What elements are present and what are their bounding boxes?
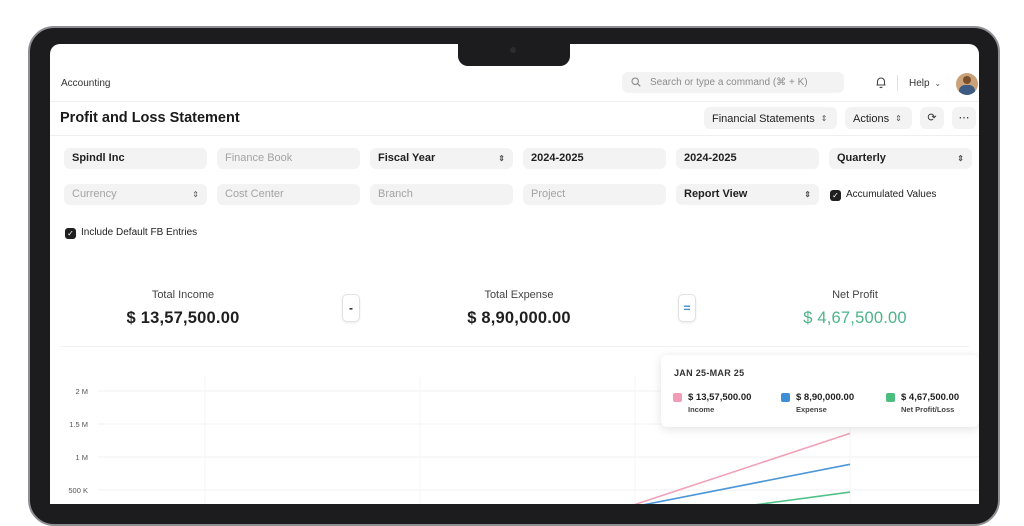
report-view-value: Report View [684, 188, 748, 200]
total-income-value: $ 13,57,500.00 [126, 309, 240, 327]
tooltip-expense-value: $ 8,90,000.00 [796, 392, 855, 403]
accumulated-values-checkbox[interactable]: ✓ Accumulated Values [830, 189, 936, 201]
camera-icon [510, 47, 516, 53]
finance-book-field[interactable]: Finance Book [217, 148, 360, 169]
app-title[interactable]: Accounting [61, 78, 110, 89]
search-icon [631, 77, 641, 87]
company-field[interactable]: Spindl Inc [64, 148, 207, 169]
include-default-fb-label: Include Default FB Entries [81, 227, 198, 238]
tooltip-expense-name: Expense [796, 405, 827, 414]
notification-bell-icon[interactable] [874, 75, 888, 89]
chart-tooltip: JAN 25-MAR 25 $ 13,57,500.00 Income $ 8,… [661, 355, 979, 427]
to-fiscal-year-field[interactable]: 2024-2025 [676, 148, 819, 169]
y-tick-label: 1.5 M [69, 420, 88, 429]
financial-statements-dropdown[interactable]: Financial Statements ⇕ [704, 107, 838, 129]
camera-notch [458, 44, 570, 66]
updown-icon: ⇕ [804, 190, 811, 199]
project-field[interactable]: Project [523, 184, 666, 205]
include-default-fb-checkbox[interactable]: ✓ Include Default FB Entries [65, 227, 197, 239]
series-line-net-profit-loss [755, 491, 851, 504]
updown-icon: ⇕ [957, 154, 964, 163]
updown-icon: ⇕ [820, 114, 828, 123]
tooltip-income-name: Income [688, 405, 715, 414]
more-options-button[interactable]: ⋯ [952, 107, 976, 129]
tooltip-net-profit-name: Net Profit/Loss [901, 405, 955, 414]
tooltip-title: JAN 25-MAR 25 [674, 368, 745, 378]
updown-icon: ⇕ [192, 190, 199, 199]
total-income-label: Total Income [151, 289, 215, 301]
series-line-income [631, 432, 851, 504]
series-line-expense [643, 463, 851, 504]
filter-based-on-value: Fiscal Year [378, 152, 436, 164]
periodicity-value: Quarterly [837, 152, 886, 164]
report-view-select[interactable]: Report View ⇕ [676, 184, 819, 205]
chevron-down-icon: ⌄ [934, 79, 942, 88]
topbar-divider [897, 75, 898, 91]
more-icon: ⋯ [958, 112, 970, 124]
expense-swatch [781, 393, 790, 402]
updown-icon: ⇕ [895, 114, 902, 123]
equals-operator: = [678, 294, 696, 322]
search-bar[interactable]: Search or type a command (⌘ + K) [622, 72, 844, 93]
y-tick-label: 2 M [75, 387, 88, 396]
periodicity-select[interactable]: Quarterly ⇕ [829, 148, 972, 169]
top-navbar: Accounting Search or type a command (⌘ +… [50, 66, 979, 102]
help-label: Help [909, 78, 930, 89]
tooltip-income-value: $ 13,57,500.00 [688, 392, 752, 403]
filter-based-on-select[interactable]: Fiscal Year ⇕ [370, 148, 513, 169]
help-menu[interactable]: Help ⌄ [909, 78, 941, 89]
y-tick-label: 500 K [68, 486, 88, 495]
updown-icon: ⇕ [498, 154, 505, 163]
header-divider [50, 135, 979, 136]
from-fiscal-year-field[interactable]: 2024-2025 [523, 148, 666, 169]
y-tick-label: 1 M [75, 453, 88, 462]
app-screen: Accounting Search or type a command (⌘ +… [50, 44, 979, 504]
income-swatch [673, 393, 682, 402]
cost-center-field[interactable]: Cost Center [217, 184, 360, 205]
net-profit-swatch [886, 393, 895, 402]
actions-dropdown[interactable]: Actions ⇕ [845, 107, 912, 129]
currency-placeholder: Currency [72, 188, 117, 200]
checkmark-icon: ✓ [65, 228, 76, 239]
branch-field[interactable]: Branch [370, 184, 513, 205]
accumulated-values-label: Accumulated Values [846, 189, 937, 200]
refresh-icon: ⟳ [927, 112, 937, 124]
refresh-button[interactable]: ⟳ [920, 107, 944, 129]
currency-select[interactable]: Currency ⇕ [64, 184, 207, 205]
user-avatar[interactable] [956, 73, 978, 95]
minus-operator: - [342, 294, 360, 322]
search-placeholder: Search or type a command (⌘ + K) [650, 77, 808, 88]
checkmark-icon: ✓ [830, 190, 841, 201]
net-profit-label: Net Profit [832, 289, 878, 301]
total-expense-label: Total Expense [484, 289, 554, 301]
net-profit-value: $ 4,67,500.00 [803, 309, 907, 327]
tooltip-net-profit-value: $ 4,67,500.00 [901, 392, 960, 403]
avatar-head [963, 76, 971, 84]
actions-label: Actions [853, 113, 890, 125]
page-title: Profit and Loss Statement [60, 110, 240, 126]
financial-statements-label: Financial Statements [712, 113, 815, 125]
total-expense-value: $ 8,90,000.00 [467, 309, 571, 327]
avatar-body [959, 85, 975, 95]
